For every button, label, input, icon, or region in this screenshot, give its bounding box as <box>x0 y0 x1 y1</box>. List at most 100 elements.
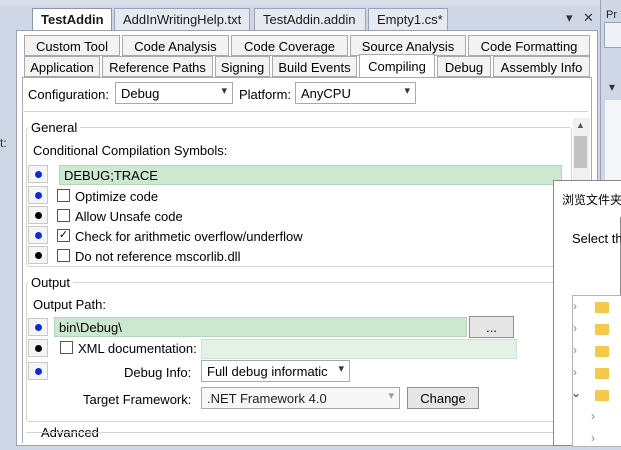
scrollbar-thumb[interactable] <box>574 136 587 168</box>
folder-icon <box>595 390 609 401</box>
doc-tab-empty1-cs[interactable]: Empty1.cs* <box>368 8 448 30</box>
symbols-bullet <box>28 165 48 183</box>
optimize-bullet <box>28 186 48 204</box>
bullet-dot-icon <box>35 192 42 199</box>
chevron-right-icon[interactable]: › <box>573 299 577 313</box>
output-path-label: Output Path: <box>33 297 106 312</box>
right-tool-window-title: Pr <box>606 9 617 21</box>
debug-info-value: Full debug informatic <box>207 364 328 379</box>
doc-tab-addinwritinghelp[interactable]: AddInWritingHelp.txt <box>114 8 250 30</box>
tree-row[interactable]: › <box>573 340 621 362</box>
folder-tree[interactable]: › › › › ⌄ › › <box>571 295 621 450</box>
config-separator <box>22 111 588 112</box>
dialog-title-bar: 浏览文件夹 <box>554 181 621 217</box>
tree-row[interactable]: › <box>573 406 621 428</box>
checkmark-icon: ✓ <box>58 229 69 241</box>
advanced-group-border <box>26 432 572 433</box>
bullet-dot-icon <box>35 324 42 331</box>
symbols-input[interactable]: DEBUG;TRACE <box>59 165 562 185</box>
right-tool-window-tab[interactable] <box>604 22 621 48</box>
tab-application[interactable]: Application <box>24 56 100 77</box>
debug-info-select[interactable]: Full debug informatic ▾ <box>201 360 350 382</box>
target-framework-value: .NET Framework 4.0 <box>207 391 327 406</box>
chevron-down-icon: ▾ <box>335 362 344 375</box>
tab-compiling[interactable]: Compiling <box>359 54 435 78</box>
scroll-up-icon[interactable]: ▲ <box>574 120 587 132</box>
tab-build-events[interactable]: Build Events <box>272 56 357 77</box>
output-path-bullet <box>28 318 48 336</box>
tab-reference-paths[interactable]: Reference Paths <box>102 56 213 77</box>
bullet-dot-icon <box>35 368 42 375</box>
chevron-down-icon[interactable]: ⌄ <box>571 386 581 400</box>
overflow-checkbox[interactable]: ✓ <box>57 229 70 242</box>
mscorlib-label: Do not reference mscorlib.dll <box>75 249 241 264</box>
folder-icon <box>595 368 609 379</box>
browse-folder-dialog: 浏览文件夹 Select th › › › › ⌄ › › <box>553 180 621 450</box>
tab-code-coverage[interactable]: Code Coverage <box>231 35 348 56</box>
chevron-down-icon: ▾ <box>221 85 227 97</box>
chevron-right-icon[interactable]: › <box>573 365 577 379</box>
target-framework-select[interactable]: .NET Framework 4.0 ▾ <box>201 387 400 409</box>
tree-row-expanded[interactable]: ⌄ <box>571 384 621 406</box>
unsafe-label: Allow Unsafe code <box>75 209 183 224</box>
xml-doc-checkbox[interactable] <box>60 341 73 354</box>
symbols-label: Conditional Compilation Symbols: <box>33 143 228 158</box>
tab-code-analysis[interactable]: Code Analysis <box>122 35 229 56</box>
chevron-right-icon[interactable]: › <box>591 409 595 423</box>
target-framework-label: Target Framework: <box>83 392 192 407</box>
output-path-input[interactable]: bin\Debug\ <box>54 317 467 337</box>
xml-doc-label: XML documentation: <box>78 341 197 356</box>
tab-debug[interactable]: Debug <box>437 56 491 77</box>
tab-strip-top-band <box>0 0 600 6</box>
tree-row[interactable]: › <box>573 296 621 318</box>
folder-icon <box>595 346 609 357</box>
xml-doc-input[interactable] <box>201 339 517 359</box>
configuration-value: Debug <box>121 86 160 101</box>
tree-row[interactable]: › <box>573 318 621 340</box>
mscorlib-checkbox[interactable] <box>57 249 70 262</box>
bullet-dot-icon <box>35 345 42 352</box>
platform-label: Platform: <box>239 87 292 102</box>
unsafe-bullet <box>28 206 48 224</box>
pin-dropdown-icon[interactable]: ▾ <box>609 80 615 94</box>
chevron-right-icon[interactable]: › <box>591 431 595 445</box>
overflow-label: Check for arithmetic overflow/underflow <box>75 229 303 244</box>
browse-output-button[interactable]: ... <box>469 316 514 338</box>
debug-info-bullet <box>28 362 48 380</box>
chevron-right-icon[interactable]: › <box>573 343 577 357</box>
platform-select[interactable]: AnyCPU ▾ <box>295 82 416 104</box>
bullet-dot-icon <box>35 232 42 239</box>
chevron-right-icon[interactable]: › <box>573 321 577 335</box>
configuration-label: Configuration: <box>28 87 109 102</box>
debug-info-label: Debug Info: <box>124 365 192 380</box>
dialog-prompt: Select th <box>572 231 621 246</box>
tree-row[interactable]: › <box>573 362 621 384</box>
left-edge-text: t: <box>0 136 7 150</box>
mscorlib-bullet <box>28 246 48 264</box>
optimize-checkbox[interactable] <box>57 189 70 202</box>
output-group-title: Output <box>28 275 74 290</box>
chevron-down-icon: ▾ <box>388 390 394 402</box>
tab-custom-tool[interactable]: Custom Tool <box>24 35 120 56</box>
unsafe-checkbox[interactable] <box>57 209 70 222</box>
bullet-dot-icon <box>35 171 42 178</box>
configuration-select[interactable]: Debug ▾ <box>115 82 233 104</box>
tab-signing[interactable]: Signing <box>215 56 270 77</box>
overflow-bullet <box>28 226 48 244</box>
chevron-down-icon: ▾ <box>404 85 410 97</box>
folder-icon <box>595 302 609 313</box>
tab-code-formatting[interactable]: Code Formatting <box>468 35 590 56</box>
dialog-title: 浏览文件夹 <box>562 193 621 207</box>
close-tab-icon[interactable]: ✕ <box>583 10 594 26</box>
tab-assembly-info[interactable]: Assembly Info <box>493 56 590 77</box>
doc-tab-testaddin-addin[interactable]: TestAddin.addin <box>254 8 366 30</box>
tab-source-analysis[interactable]: Source Analysis <box>350 35 466 56</box>
platform-value: AnyCPU <box>301 86 351 101</box>
doc-tab-testaddin[interactable]: TestAddin <box>32 8 112 30</box>
xml-doc-bullet <box>28 339 48 357</box>
tab-list-dropdown-icon[interactable]: ▾ <box>566 10 573 26</box>
optimize-label: Optimize code <box>75 189 159 204</box>
tree-row[interactable]: › <box>573 428 621 450</box>
change-framework-button[interactable]: Change <box>407 387 479 409</box>
bullet-dot-icon <box>35 212 42 219</box>
